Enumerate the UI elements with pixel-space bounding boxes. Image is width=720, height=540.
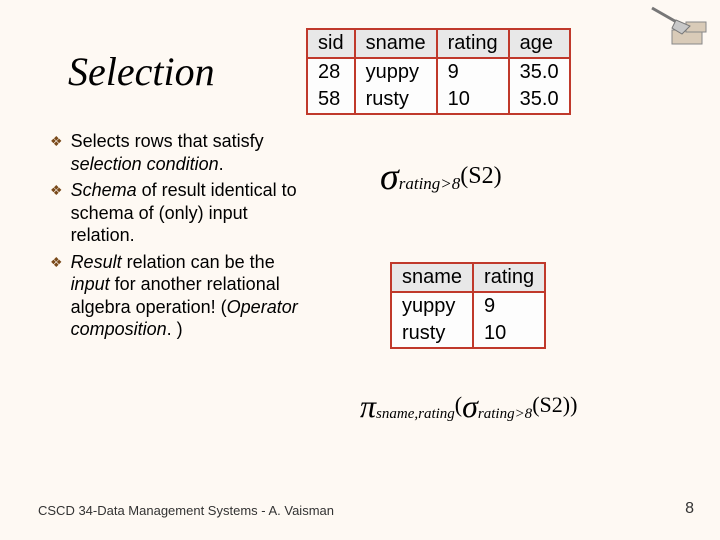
col-age: age: [509, 30, 569, 58]
sigma-argument: (S2): [460, 163, 501, 189]
pi-argument: (S2)): [532, 392, 577, 417]
table-row: rusty 10: [392, 320, 544, 347]
bullet-list: ❖ Selects rows that satisfy selection co…: [50, 130, 310, 345]
footer-text: CSCD 34-Data Management Systems - A. Vai…: [38, 503, 334, 518]
bullet-marker: ❖: [50, 251, 63, 273]
col-sid: sid: [308, 30, 355, 58]
col-rating: rating: [437, 30, 509, 58]
table: sname rating yuppy 9 rusty 10: [392, 264, 544, 347]
bullet-text: Result relation can be the input for ano…: [71, 251, 310, 341]
table-row: 28 yuppy 9 35.0: [308, 58, 569, 86]
table-row: yuppy 9: [392, 292, 544, 320]
bullet-item: ❖ Schema of result identical to schema o…: [50, 179, 310, 247]
selection-result-table: sid sname rating age 28 yuppy 9 35.0 58 …: [306, 28, 571, 115]
col-sname: sname: [392, 264, 473, 292]
bullet-text: Schema of result identical to schema of …: [71, 179, 310, 247]
sigma-symbol: σ: [380, 156, 399, 198]
table-header-row: sname rating: [392, 264, 544, 292]
bullet-item: ❖ Result relation can be the input for a…: [50, 251, 310, 341]
table-header-row: sid sname rating age: [308, 30, 569, 58]
sigma-subscript: rating>8: [399, 174, 461, 193]
slide: Selection ❖ Selects rows that satisfy se…: [0, 0, 720, 540]
open-paren: (: [455, 392, 462, 417]
page-number: 8: [685, 500, 694, 518]
col-sname: sname: [355, 30, 437, 58]
sigma-formula: σrating>8(S2): [380, 155, 502, 199]
bullet-marker: ❖: [50, 130, 63, 152]
bullet-marker: ❖: [50, 179, 63, 201]
pi-subscript: sname,rating: [376, 406, 455, 422]
sigma-symbol: σ: [462, 388, 478, 424]
col-rating: rating: [473, 264, 544, 292]
corner-graphic: [632, 2, 712, 52]
projection-result-table: sname rating yuppy 9 rusty 10: [390, 262, 546, 349]
table-row: 58 rusty 10 35.0: [308, 86, 569, 113]
slide-title: Selection: [68, 48, 215, 95]
table: sid sname rating age 28 yuppy 9 35.0 58 …: [308, 30, 569, 113]
sigma-subscript: rating>8: [478, 406, 532, 422]
pi-sigma-formula: πsname,rating(σrating>8(S2)): [360, 388, 577, 425]
bullet-item: ❖ Selects rows that satisfy selection co…: [50, 130, 310, 175]
pi-symbol: π: [360, 388, 376, 424]
bullet-text: Selects rows that satisfy selection cond…: [71, 130, 310, 175]
